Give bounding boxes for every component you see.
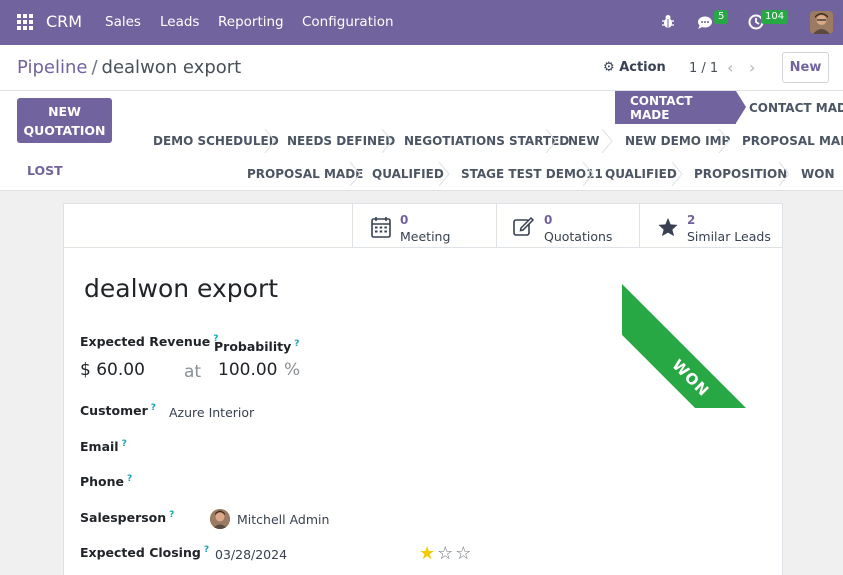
won-ribbon: WON	[622, 248, 782, 408]
chevron-right-icon	[349, 162, 361, 186]
quotations-count: 0	[544, 213, 553, 227]
app-brand[interactable]: CRM	[46, 12, 82, 31]
breadcrumb-separator: /	[91, 57, 98, 78]
breadcrumb-pipeline[interactable]: Pipeline	[17, 57, 87, 78]
stage-qualified-2[interactable]: QUALIFIED	[605, 167, 677, 181]
stage-new-demo-imp[interactable]: NEW DEMO IMP	[625, 134, 730, 148]
breadcrumb: Pipeline / dealwon export	[17, 57, 241, 78]
chevron-right-icon	[264, 129, 276, 153]
stage-proposal-made[interactable]: PROPOSAL MADE	[742, 134, 843, 148]
new-button[interactable]: New	[782, 52, 829, 83]
action-label: Action	[619, 60, 666, 75]
lost-button[interactable]: LOST	[27, 163, 63, 178]
meeting-smart-button[interactable]: 0 Meeting	[352, 204, 496, 248]
top-navbar: CRM Sales Leads Reporting Configuration …	[0, 0, 843, 45]
menu-leads[interactable]: Leads	[160, 14, 199, 30]
chevron-right-icon	[438, 162, 450, 186]
stage-proposal-made-2[interactable]: PROPOSAL MADE	[247, 167, 363, 181]
chevron-right-icon	[718, 129, 730, 153]
menu-sales[interactable]: Sales	[105, 14, 141, 30]
help-icon: ?	[169, 510, 175, 520]
help-icon: ?	[121, 439, 127, 449]
expected-revenue-field[interactable]: $ 60.00	[80, 360, 145, 380]
calendar-icon	[371, 217, 391, 238]
action-button[interactable]: ⚙ Action	[603, 60, 666, 75]
stage-contact-made-active[interactable]: CONTACT MADE	[615, 91, 746, 124]
help-icon: ?	[294, 339, 300, 349]
help-icon: ?	[203, 545, 210, 555]
control-panel: Pipeline / dealwon export ⚙ Action 1 / 1 ‹…	[0, 45, 843, 91]
stage-contact-made[interactable]: CONTACT MADE	[749, 101, 843, 115]
similar-leads-count: 2	[687, 213, 696, 227]
chat-icon[interactable]	[697, 15, 715, 30]
priority-star-1-icon[interactable]: ★	[419, 543, 437, 564]
new-quotation-line2: QUOTATION	[23, 123, 106, 138]
help-icon: ?	[150, 403, 156, 413]
bug-icon[interactable]	[661, 14, 675, 29]
stage-needs-defined[interactable]: NEEDS DEFINED	[287, 134, 395, 148]
menu-configuration[interactable]: Configuration	[302, 14, 394, 30]
star-icon	[658, 217, 678, 237]
email-label: Email?	[80, 439, 127, 455]
quotations-smart-button[interactable]: 0 Quotations	[496, 204, 639, 248]
smart-buttons-row: 0 Meeting 0 Quotations 2 Similar Leads	[64, 204, 782, 248]
user-avatar[interactable]	[810, 11, 833, 34]
priority-star-2-icon[interactable]: ☆	[437, 543, 455, 564]
stage-qualified[interactable]: QUALIFIED	[372, 167, 444, 181]
new-quotation-button[interactable]: NEW QUOTATION	[17, 98, 112, 143]
chevron-right-icon	[778, 162, 790, 186]
probability-field[interactable]: 100.00	[218, 360, 277, 380]
salesperson-field[interactable]: Mitchell Admin	[237, 512, 329, 527]
priority-star-3-icon[interactable]: ☆	[455, 543, 473, 564]
new-quotation-line1: NEW	[48, 104, 81, 119]
customer-field[interactable]: Azure Interior	[169, 405, 254, 420]
gear-icon: ⚙	[603, 60, 615, 75]
form-sheet: 0 Meeting 0 Quotations 2 Similar Leads W…	[63, 203, 783, 575]
meeting-label: Meeting	[400, 229, 451, 244]
stage-new[interactable]: NEW	[568, 134, 599, 148]
opportunity-title[interactable]: dealwon export	[84, 274, 278, 303]
chevron-right-icon	[601, 129, 613, 153]
stage-proposition[interactable]: PROPOSITION	[694, 167, 787, 181]
phone-label: Phone?	[80, 474, 133, 490]
priority-stars: ★☆☆	[419, 543, 473, 564]
expected-revenue-label: Expected Revenue?	[80, 334, 219, 350]
stage-won[interactable]: WON	[801, 167, 834, 181]
help-icon: ?	[127, 474, 133, 484]
salesperson-label: Salesperson?	[80, 510, 175, 526]
probability-label: Probability?	[214, 339, 300, 355]
activity-badge: 104	[761, 10, 789, 24]
at-text: at	[184, 362, 202, 382]
stage-demo-scheduled[interactable]: DEMO SCHEDULED	[153, 134, 279, 148]
apps-menu-icon[interactable]	[17, 14, 33, 30]
breadcrumb-current: dealwon export	[101, 57, 242, 78]
chevron-right-icon	[582, 162, 594, 186]
chevron-left-icon[interactable]: ‹	[727, 58, 733, 77]
expected-closing-label: Expected Closing?	[80, 545, 210, 561]
meeting-count: 0	[400, 213, 409, 227]
similar-leads-smart-button[interactable]: 2 Similar Leads	[639, 204, 782, 248]
chevron-right-icon	[381, 129, 393, 153]
edit-icon	[513, 216, 535, 236]
similar-leads-label: Similar Leads	[687, 229, 771, 244]
customer-label: Customer?	[80, 403, 156, 419]
percent-sign: %	[284, 360, 301, 380]
menu-reporting[interactable]: Reporting	[218, 14, 284, 30]
expected-closing-field[interactable]: 03/28/2024	[215, 547, 287, 562]
quotations-label: Quotations	[544, 229, 613, 244]
statusbar: NEW QUOTATION LOST CONTACT MADE CONTACT …	[0, 91, 843, 191]
salesperson-avatar	[210, 509, 230, 529]
chevron-right-icon	[671, 162, 683, 186]
chevron-right-icon[interactable]: ›	[749, 58, 755, 77]
pager-value[interactable]: 1 / 1	[689, 61, 718, 76]
won-ribbon-text: WON	[622, 284, 782, 408]
chevron-right-icon	[545, 129, 557, 153]
chat-badge: 5	[714, 10, 729, 24]
